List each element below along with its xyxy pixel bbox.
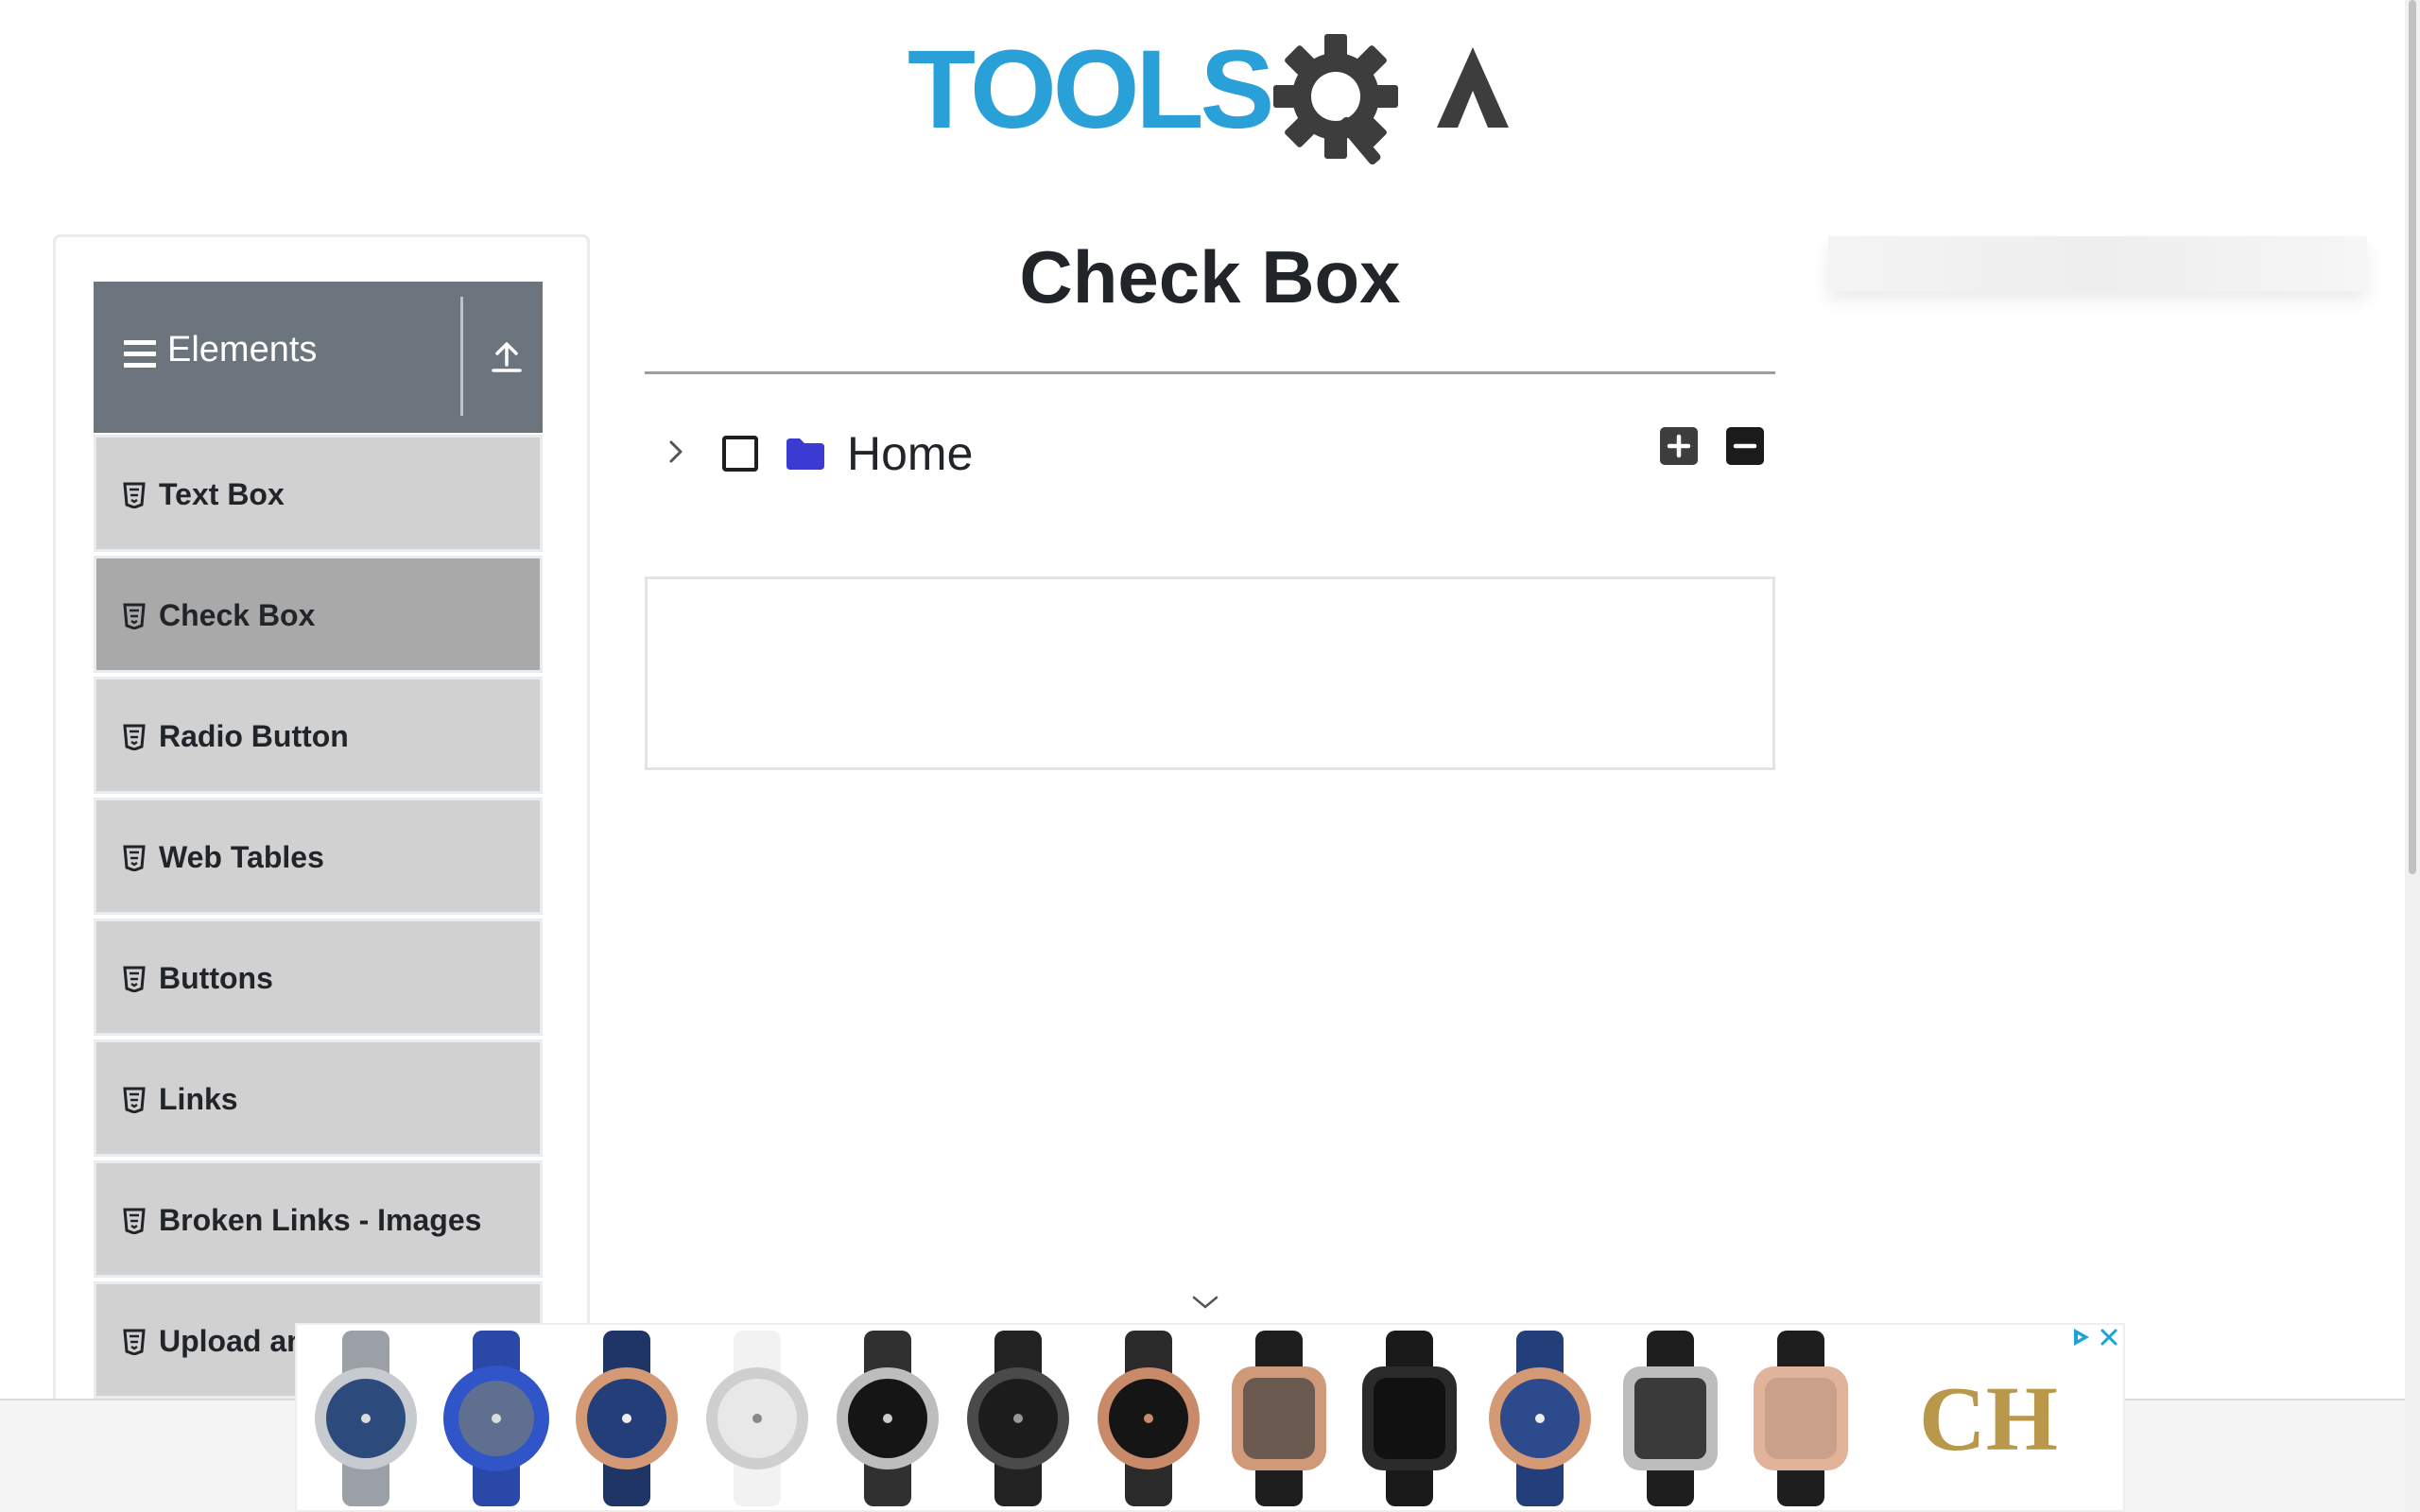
svg-text:CH: CH bbox=[1919, 1368, 2058, 1467]
toolsqa-logo-graphic: TOOLS bbox=[908, 27, 1509, 165]
sidebar-item-label: Buttons bbox=[159, 961, 273, 995]
sidebar-item-check-box[interactable]: Check Box bbox=[94, 556, 543, 673]
svg-text:TOOLS: TOOLS bbox=[908, 28, 1271, 152]
folder-icon bbox=[786, 438, 824, 470]
title-divider bbox=[645, 371, 1775, 374]
sidebar-item-label: Broken Links - Images bbox=[159, 1203, 482, 1237]
watch-image[interactable] bbox=[1346, 1331, 1473, 1506]
watch-image[interactable] bbox=[1737, 1331, 1864, 1506]
collapse-all-button[interactable] bbox=[1726, 427, 1764, 465]
minus-square-icon bbox=[1733, 443, 1757, 449]
page-title: Check Box bbox=[1019, 235, 1401, 318]
sidebar-item-label: Text Box bbox=[159, 477, 285, 511]
watch-image[interactable] bbox=[1477, 1331, 1603, 1506]
page-scrollbar[interactable] bbox=[2405, 0, 2420, 1512]
watch-image[interactable] bbox=[302, 1331, 429, 1506]
sidebar-item-buttons[interactable]: Buttons bbox=[94, 919, 543, 1036]
scrollbar-thumb[interactable] bbox=[2409, 0, 2416, 874]
watch-image[interactable] bbox=[694, 1331, 821, 1506]
watch-image[interactable] bbox=[955, 1331, 1081, 1506]
html5-icon bbox=[123, 603, 146, 629]
header-divider bbox=[460, 297, 463, 416]
expand-all-button[interactable] bbox=[1660, 427, 1698, 465]
sidebar-item-radio-button[interactable]: Radio Button bbox=[94, 677, 543, 794]
html5-icon bbox=[123, 966, 146, 992]
sidebar-item-links[interactable]: Links bbox=[94, 1040, 543, 1157]
watch-image[interactable] bbox=[1085, 1331, 1212, 1506]
chevron-down-icon[interactable] bbox=[1191, 1295, 1219, 1310]
plus-square-icon bbox=[1667, 434, 1691, 458]
watch-image[interactable] bbox=[824, 1331, 951, 1506]
html5-icon bbox=[123, 1087, 146, 1113]
toolsqa-logo[interactable]: TOOLS bbox=[908, 27, 1522, 175]
sidebar-item-label: Web Tables bbox=[159, 840, 324, 874]
adchoices-icon[interactable] bbox=[2068, 1326, 2125, 1349]
home-checkbox[interactable] bbox=[722, 436, 758, 472]
sidebar-item-web-tables[interactable]: Web Tables bbox=[94, 798, 543, 915]
watch-image[interactable] bbox=[433, 1331, 560, 1506]
sidebar-group-elements[interactable]: Elements bbox=[94, 282, 543, 433]
sidebar-item-label: Check Box bbox=[159, 598, 316, 632]
close-icon bbox=[2100, 1329, 2118, 1346]
sidebar-item-label: Radio Button bbox=[159, 719, 349, 753]
collapse-up-arrow-icon[interactable] bbox=[491, 338, 523, 374]
watch-image[interactable] bbox=[563, 1331, 690, 1506]
tree-node-label[interactable]: Home bbox=[847, 425, 973, 482]
html5-icon bbox=[123, 845, 146, 871]
html5-icon bbox=[123, 1208, 146, 1234]
chevron-right-icon[interactable] bbox=[662, 438, 690, 466]
sidebar-item-text-box[interactable]: Text Box bbox=[94, 435, 543, 552]
html5-icon bbox=[123, 724, 146, 750]
ad-banner-top[interactable] bbox=[1828, 236, 2367, 291]
ad-brand-logo[interactable]: CH bbox=[1919, 1368, 2080, 1467]
watch-image[interactable] bbox=[1607, 1331, 1734, 1506]
hamburger-icon bbox=[124, 340, 156, 372]
html5-icon bbox=[123, 1329, 146, 1355]
result-output-box bbox=[645, 576, 1775, 770]
sidebar-item-broken-links-images[interactable]: Broken Links - Images bbox=[94, 1160, 543, 1278]
sidebar-group-title: Elements bbox=[167, 330, 318, 369]
watch-image[interactable] bbox=[1216, 1331, 1342, 1506]
sidebar-item-label: Links bbox=[159, 1082, 238, 1116]
html5-icon bbox=[123, 482, 146, 508]
